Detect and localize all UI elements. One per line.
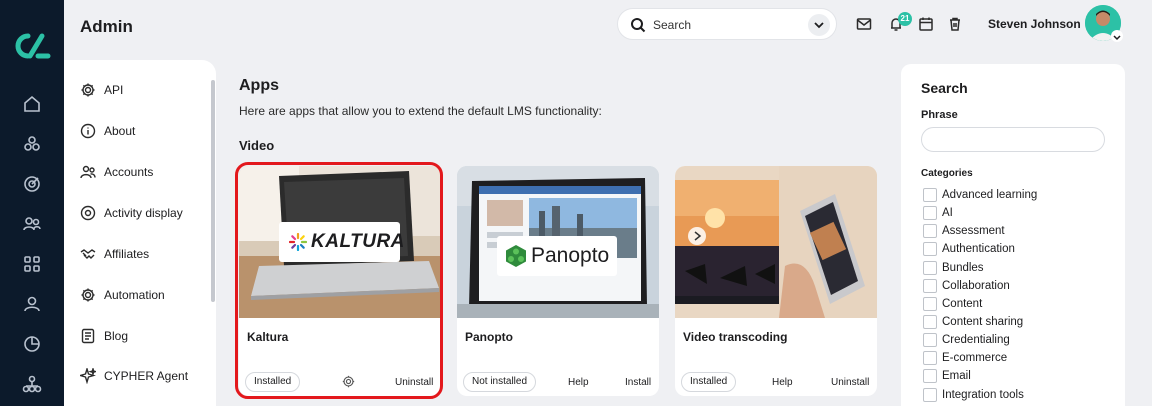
section-heading-video: Video — [239, 138, 275, 153]
video-transcoding-app-image — [675, 166, 877, 318]
org-chart-icon[interactable] — [22, 374, 42, 394]
info-icon — [80, 123, 96, 139]
help-link[interactable]: Help — [772, 377, 793, 388]
menu-item-label: Automation — [104, 288, 165, 302]
menu-item-affiliates[interactable]: Affiliates — [80, 244, 149, 264]
menu-item-label: About — [104, 124, 136, 138]
checkbox[interactable] — [923, 242, 937, 256]
search-icon — [630, 17, 646, 33]
search-input[interactable] — [653, 15, 803, 35]
user-name[interactable]: Steven Johnson — [988, 17, 1081, 31]
install-link[interactable]: Install — [625, 377, 651, 388]
app-name: Video transcoding — [683, 330, 788, 344]
sparkle-icon — [78, 366, 98, 385]
checkbox[interactable] — [923, 224, 937, 238]
user-icon[interactable] — [22, 294, 42, 314]
gear-icon — [80, 82, 96, 98]
checkbox[interactable] — [923, 297, 937, 311]
users-group-icon[interactable] — [22, 214, 42, 234]
handshake-icon — [80, 246, 96, 262]
menu-item-label: Blog — [104, 329, 129, 343]
search-scope-dropdown[interactable] — [808, 14, 830, 36]
panopto-logo: Panopto — [497, 236, 617, 276]
checkbox[interactable] — [923, 315, 937, 329]
category-checkbox[interactable]: Credentialing — [923, 333, 1010, 347]
menu-scrollbar[interactable] — [211, 80, 215, 302]
menu-item-cypher-agent[interactable]: CYPHER Agent — [78, 366, 189, 386]
category-checkbox[interactable]: AI — [923, 206, 953, 220]
settings-menu — [64, 60, 216, 406]
uninstall-link[interactable]: Uninstall — [831, 377, 869, 388]
logo-icon[interactable] — [12, 32, 52, 60]
checkbox[interactable] — [923, 279, 937, 293]
user-menu-chevron[interactable] — [1111, 30, 1123, 42]
trash-icon[interactable] — [947, 16, 963, 32]
global-search[interactable] — [617, 8, 837, 40]
apps-heading: Apps — [239, 77, 279, 94]
checkbox[interactable] — [923, 206, 937, 220]
checkbox[interactable] — [923, 261, 937, 275]
search-panel-title: Search — [921, 80, 968, 96]
search-filter-panel: Search Phrase Categories Advanced learni… — [901, 64, 1125, 406]
menu-item-accounts[interactable]: Accounts — [80, 162, 153, 182]
target-icon[interactable] — [22, 174, 42, 194]
app-card-panopto[interactable]: Panopto Panopto Not installed Help Insta… — [457, 166, 659, 396]
courses-icon[interactable] — [22, 134, 42, 154]
category-checkbox[interactable]: Email — [923, 369, 971, 383]
category-checkbox[interactable]: E-commerce — [923, 351, 1007, 365]
category-checkbox[interactable]: Collaboration — [923, 279, 1010, 293]
checkbox[interactable] — [923, 369, 937, 383]
status-badge: Not installed — [463, 372, 537, 392]
menu-item-activity-display[interactable]: Activity display — [80, 203, 183, 223]
menu-item-api[interactable]: API — [80, 80, 123, 100]
menu-item-automation[interactable]: Automation — [80, 285, 165, 305]
panopto-hexagon-icon — [506, 245, 526, 267]
page-title: Admin — [80, 17, 133, 36]
category-checkbox[interactable]: Integration tools — [923, 388, 1024, 402]
menu-item-label: Affiliates — [104, 247, 150, 261]
reports-icon[interactable] — [22, 334, 42, 354]
checkbox[interactable] — [923, 333, 937, 347]
category-checkbox[interactable]: Assessment — [923, 224, 1005, 238]
help-link[interactable]: Help — [568, 377, 589, 388]
phrase-label: Phrase — [921, 109, 958, 121]
menu-item-label: API — [104, 83, 124, 97]
category-checkbox[interactable]: Bundles — [923, 261, 984, 275]
category-checkbox[interactable]: Content — [923, 297, 982, 311]
checkbox[interactable] — [923, 388, 937, 402]
app-card-video-transcoding[interactable]: Video transcoding Installed Help Uninsta… — [675, 166, 877, 396]
activity-icon — [80, 205, 96, 221]
app-name: Panopto — [465, 330, 513, 344]
category-checkbox[interactable]: Advanced learning — [923, 188, 1037, 202]
phrase-input[interactable] — [921, 127, 1105, 152]
menu-item-label: CYPHER Agent — [104, 369, 189, 383]
status-badge: Installed — [681, 372, 737, 392]
category-checkbox[interactable]: Content sharing — [923, 315, 1023, 329]
category-checkbox[interactable]: Authentication — [923, 242, 1015, 256]
menu-item-label: Accounts — [104, 165, 154, 179]
notification-count-badge: 21 — [898, 12, 912, 26]
menu-item-blog[interactable]: Blog — [80, 326, 128, 346]
categories-label: Categories — [921, 168, 973, 179]
checkbox[interactable] — [923, 188, 937, 202]
gear-icon — [80, 287, 96, 303]
checkbox[interactable] — [923, 351, 937, 365]
menu-item-about[interactable]: About — [80, 121, 135, 141]
menu-item-label: Activity display — [104, 206, 183, 220]
apps-description: Here are apps that allow you to extend t… — [239, 104, 602, 118]
apps-grid-icon[interactable] — [22, 254, 42, 274]
chevron-down-icon — [814, 22, 824, 29]
messages-icon[interactable] — [856, 16, 872, 32]
selected-card-highlight — [235, 162, 443, 399]
accounts-icon — [80, 164, 96, 180]
home-icon[interactable] — [22, 94, 42, 114]
calendar-icon[interactable] — [918, 16, 934, 32]
left-nav-rail — [0, 0, 64, 406]
chevron-down-icon — [1113, 35, 1121, 41]
blog-icon — [80, 328, 96, 344]
